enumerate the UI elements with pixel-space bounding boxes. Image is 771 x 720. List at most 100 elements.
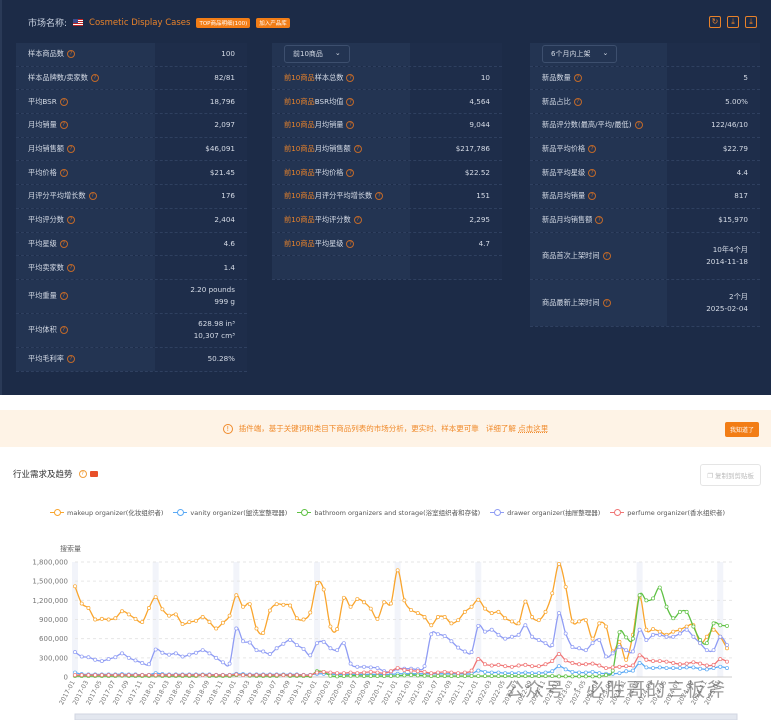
data-point[interactable]	[328, 673, 333, 678]
data-point[interactable]	[207, 673, 212, 678]
data-point[interactable]	[698, 637, 703, 642]
data-point[interactable]	[624, 648, 629, 653]
data-point[interactable]	[698, 666, 703, 671]
data-point[interactable]	[671, 634, 676, 639]
data-point[interactable]	[113, 655, 118, 660]
data-point[interactable]	[536, 618, 541, 623]
data-point[interactable]	[550, 591, 555, 596]
data-point[interactable]	[79, 654, 84, 659]
data-point[interactable]	[557, 611, 561, 616]
data-point[interactable]	[301, 617, 306, 622]
data-point[interactable]	[704, 641, 709, 646]
data-point[interactable]	[509, 634, 514, 639]
data-point[interactable]	[644, 598, 649, 603]
data-point[interactable]	[328, 624, 333, 629]
data-point[interactable]	[368, 665, 373, 670]
data-point[interactable]	[590, 636, 595, 641]
data-point[interactable]	[267, 673, 272, 678]
data-point[interactable]	[429, 671, 434, 676]
data-point[interactable]	[133, 616, 138, 621]
data-point[interactable]	[355, 597, 360, 602]
data-point[interactable]	[86, 606, 91, 610]
data-point[interactable]	[664, 659, 669, 664]
data-point[interactable]	[617, 630, 622, 635]
data-point[interactable]	[483, 669, 487, 674]
data-point[interactable]	[146, 662, 151, 667]
data-point[interactable]	[274, 673, 279, 678]
data-point[interactable]	[691, 624, 696, 629]
data-point[interactable]	[677, 662, 682, 667]
data-point[interactable]	[496, 609, 501, 614]
data-point[interactable]	[577, 619, 582, 624]
data-point[interactable]	[429, 623, 434, 628]
data-point[interactable]	[375, 674, 380, 678]
data-point[interactable]	[133, 673, 138, 678]
data-point[interactable]	[530, 664, 535, 669]
data-point[interactable]	[120, 609, 125, 614]
data-point[interactable]	[281, 641, 286, 646]
data-point[interactable]	[651, 666, 656, 671]
data-point[interactable]	[637, 627, 642, 632]
data-point[interactable]	[382, 600, 387, 605]
data-point[interactable]	[509, 664, 514, 669]
data-point[interactable]	[630, 663, 635, 668]
data-point[interactable]	[160, 650, 165, 655]
data-point[interactable]	[348, 670, 353, 675]
data-point[interactable]	[489, 611, 494, 616]
data-point[interactable]	[677, 631, 682, 636]
data-point[interactable]	[476, 597, 481, 602]
data-point[interactable]	[402, 598, 407, 603]
data-point[interactable]	[79, 673, 84, 678]
data-point[interactable]	[99, 616, 104, 621]
data-point[interactable]	[220, 620, 225, 625]
data-point[interactable]	[725, 623, 729, 628]
data-point[interactable]	[402, 668, 407, 672]
data-point[interactable]	[207, 651, 212, 656]
data-point[interactable]	[348, 673, 353, 678]
data-point[interactable]	[220, 673, 225, 678]
data-point[interactable]	[583, 648, 588, 653]
data-point[interactable]	[214, 655, 219, 660]
data-point[interactable]	[604, 666, 608, 671]
data-point[interactable]	[657, 629, 662, 634]
data-point[interactable]	[557, 561, 561, 566]
data-point[interactable]	[543, 609, 548, 614]
data-point[interactable]	[577, 646, 582, 651]
data-point[interactable]	[308, 673, 313, 678]
data-point[interactable]	[691, 660, 696, 665]
data-point[interactable]	[671, 629, 676, 634]
data-point[interactable]	[456, 618, 461, 623]
data-point[interactable]	[456, 671, 461, 676]
data-point[interactable]	[227, 613, 232, 618]
data-point[interactable]	[630, 668, 635, 673]
data-point[interactable]	[341, 671, 346, 676]
data-point[interactable]	[583, 618, 588, 623]
data-point[interactable]	[644, 637, 649, 642]
data-point[interactable]	[523, 662, 528, 667]
data-point[interactable]	[536, 664, 541, 669]
data-point[interactable]	[557, 664, 561, 669]
data-point[interactable]	[610, 665, 615, 670]
data-point[interactable]	[483, 606, 487, 611]
data-point[interactable]	[684, 665, 689, 670]
data-point[interactable]	[79, 601, 84, 606]
data-point[interactable]	[617, 645, 622, 649]
data-point[interactable]	[167, 673, 172, 678]
data-point[interactable]	[409, 668, 414, 673]
data-point[interactable]	[469, 650, 474, 655]
data-point[interactable]	[99, 673, 104, 678]
data-point[interactable]	[523, 623, 528, 628]
data-point[interactable]	[315, 581, 319, 586]
data-point[interactable]	[301, 673, 306, 678]
data-point[interactable]	[677, 666, 682, 671]
data-point[interactable]	[617, 664, 622, 669]
data-point[interactable]	[368, 669, 373, 674]
data-point[interactable]	[442, 614, 447, 619]
data-point[interactable]	[146, 606, 151, 610]
data-point[interactable]	[718, 657, 723, 662]
data-point[interactable]	[704, 663, 709, 668]
data-point[interactable]	[328, 646, 333, 651]
data-point[interactable]	[543, 670, 548, 675]
data-point[interactable]	[140, 673, 145, 678]
data-point[interactable]	[530, 634, 535, 639]
